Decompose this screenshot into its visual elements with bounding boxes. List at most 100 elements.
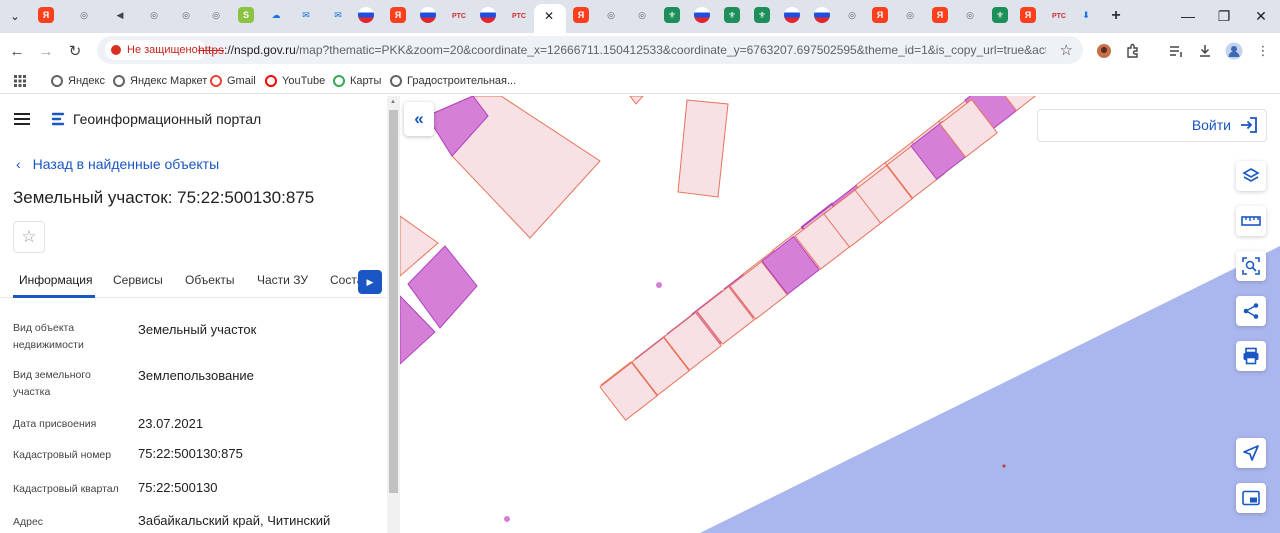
extension-avatar-icon[interactable] [1095, 42, 1113, 60]
share-icon [1243, 303, 1259, 319]
tabs-scroll-right-icon[interactable]: ▶ [358, 270, 382, 294]
back-arrow-icon[interactable]: ← [6, 40, 28, 62]
tab-search-chevron-icon[interactable]: ⌄ [6, 7, 24, 25]
tab-favicon-gosuslugi-icon[interactable]: S [238, 7, 254, 23]
tab-composition[interactable]: Соста [330, 273, 358, 287]
select-area-button[interactable] [1236, 251, 1266, 281]
tab-favicon-flag-icon[interactable] [358, 7, 374, 23]
land-parcel[interactable] [677, 99, 729, 198]
reload-icon[interactable]: ↻ [64, 40, 86, 62]
tab-favicon-globe-icon[interactable]: ◎ [603, 7, 619, 23]
object-title: Земельный участок: 75:22:500130:875 [13, 188, 315, 207]
bookmark-label: Яндекс Маркет [130, 75, 208, 87]
cadastral-map[interactable] [400, 96, 1280, 533]
tab-favicon-emblem-icon[interactable]: ⚜ [754, 7, 770, 23]
scroll-up-arrow-icon[interactable]: ▲ [390, 99, 396, 105]
ruler-button[interactable] [1236, 206, 1266, 236]
scrollbar-thumb[interactable] [389, 110, 398, 493]
apps-grid-icon[interactable] [14, 73, 26, 89]
menu-hamburger-icon[interactable] [14, 113, 30, 125]
window-close-button[interactable]: ✕ [1247, 6, 1275, 26]
tab-parcel-parts[interactable]: Части ЗУ [257, 273, 308, 287]
bookmark-item[interactable]: YouTube [265, 73, 325, 89]
bookmark-item[interactable]: Карты [333, 73, 381, 89]
land-parcel[interactable] [629, 96, 644, 105]
bookmark-label: Gmail [227, 75, 256, 87]
tab-favicon-flag-icon[interactable] [814, 7, 830, 23]
bookmark-item[interactable]: Яндекс [51, 73, 105, 89]
tab-information[interactable]: Информация [19, 273, 92, 287]
tab-favicon-globe-icon[interactable]: ◎ [634, 7, 650, 23]
active-tab[interactable]: ✕ [534, 4, 566, 33]
tab-favicon-yandex-icon[interactable]: Я [872, 7, 888, 23]
bookmark-star-icon[interactable]: ☆ [1060, 41, 1073, 59]
layers-button[interactable] [1236, 161, 1266, 191]
browser-tab-strip: ⌄ Я ◎ ◀ ◎ ◎ ◎ S ☁ ✉ ✉ Я РТС РТС ✕ Я ◎ ◎ ⚜ ⚜ ⚜ ◎ Я ◎ Я ◎ ⚜ Я РТС ⬇ … [0, 0, 1280, 33]
tab-favicon-yandex-icon[interactable]: Я [573, 7, 589, 23]
bookmark-item[interactable]: Яндекс Маркет [113, 73, 207, 89]
url-text[interactable]: https://nspd.gov.ru/map?thematic=PKK&zoo… [198, 43, 1046, 57]
tab-favicon-globe-icon[interactable]: ◎ [146, 7, 162, 23]
profile-avatar-icon[interactable] [1225, 42, 1243, 60]
restore-button[interactable]: ❐ [1210, 6, 1238, 26]
collapse-panel-button[interactable]: « [404, 102, 434, 136]
bookmark-favicon-icon [51, 75, 63, 87]
point-marker[interactable] [504, 516, 510, 522]
locate-icon [1243, 445, 1259, 461]
tab-favicon-flag-icon[interactable] [420, 7, 436, 23]
tab-favicon-globe-icon[interactable]: ◎ [208, 7, 224, 23]
tab-rts[interactable]: РТС [450, 7, 468, 25]
point-marker[interactable] [656, 282, 662, 288]
bookmark-favicon-icon [210, 75, 222, 87]
tab-favicon-mail-icon[interactable]: ✉ [330, 7, 346, 23]
download-icon[interactable] [1196, 42, 1214, 60]
extensions-puzzle-icon[interactable] [1124, 42, 1142, 60]
new-tab-button[interactable]: + [1107, 7, 1125, 25]
tab-services[interactable]: Сервисы [113, 273, 163, 287]
tab-favicon-download-icon[interactable]: ⬇ [1078, 7, 1094, 23]
bookmark-item[interactable]: Градостроительная... [390, 73, 516, 89]
address-bar[interactable]: Не защищено https://nspd.gov.ru/map?them… [97, 36, 1083, 64]
panel-scrollbar[interactable]: ▲ [387, 96, 400, 533]
close-tab-icon[interactable]: ✕ [544, 9, 554, 23]
tab-favicon-audio-icon[interactable]: ◀ [112, 7, 128, 23]
locate-button[interactable] [1236, 438, 1266, 468]
tab-favicon-globe-icon[interactable]: ◎ [962, 7, 978, 23]
tab-favicon-mail-icon[interactable]: ✉ [298, 7, 314, 23]
back-to-results-link[interactable]: ‹ Назад в найденные объекты [16, 156, 219, 172]
tab-favicon-yandex-icon[interactable]: Я [38, 7, 54, 23]
browser-menu-icon[interactable]: ⋮ [1254, 42, 1272, 60]
active-tab-indicator [13, 295, 95, 298]
tab-favicon-flag-icon[interactable] [480, 7, 496, 23]
tab-favicon-yandex-icon[interactable]: Я [390, 7, 406, 23]
tab-favicon-flag-icon[interactable] [784, 7, 800, 23]
tab-rts[interactable]: РТС [510, 7, 528, 25]
tab-favicon-globe-icon[interactable]: ◎ [178, 7, 194, 23]
tab-favicon-flag-icon[interactable] [694, 7, 710, 23]
print-button[interactable] [1236, 341, 1266, 371]
favorite-star-button[interactable]: ☆ [13, 221, 45, 253]
share-button[interactable] [1236, 296, 1266, 326]
tab-favicon-emblem-icon[interactable]: ⚜ [992, 7, 1008, 23]
media-queue-icon[interactable] [1167, 42, 1185, 60]
tab-favicon-emblem-icon[interactable]: ⚜ [724, 7, 740, 23]
map-canvas[interactable] [400, 96, 1280, 533]
security-badge[interactable]: Не защищено [105, 40, 206, 60]
tab-favicon-emblem-icon[interactable]: ⚜ [664, 7, 680, 23]
bookmark-item[interactable]: Gmail [210, 73, 256, 89]
tab-objects[interactable]: Объекты [185, 273, 235, 287]
tab-favicon-cloud-icon[interactable]: ☁ [268, 7, 284, 23]
tab-rts[interactable]: РТС [1050, 7, 1068, 25]
property-label: Кадастровый номер [13, 449, 112, 461]
login-button[interactable]: Войти [1192, 117, 1258, 133]
portal-title[interactable]: Геоинформационный портал [73, 111, 261, 127]
forward-arrow-icon[interactable]: → [35, 40, 57, 62]
minimize-button[interactable]: — [1174, 6, 1202, 26]
layers-icon [1242, 168, 1260, 182]
tab-favicon-globe-icon[interactable]: ◎ [844, 7, 860, 23]
tab-favicon-globe-icon[interactable]: ◎ [76, 7, 92, 23]
minimap-button[interactable] [1236, 483, 1266, 513]
tab-favicon-globe-icon[interactable]: ◎ [902, 7, 918, 23]
tab-favicon-yandex-icon[interactable]: Я [1020, 7, 1036, 23]
tab-favicon-yandex-icon[interactable]: Я [932, 7, 948, 23]
